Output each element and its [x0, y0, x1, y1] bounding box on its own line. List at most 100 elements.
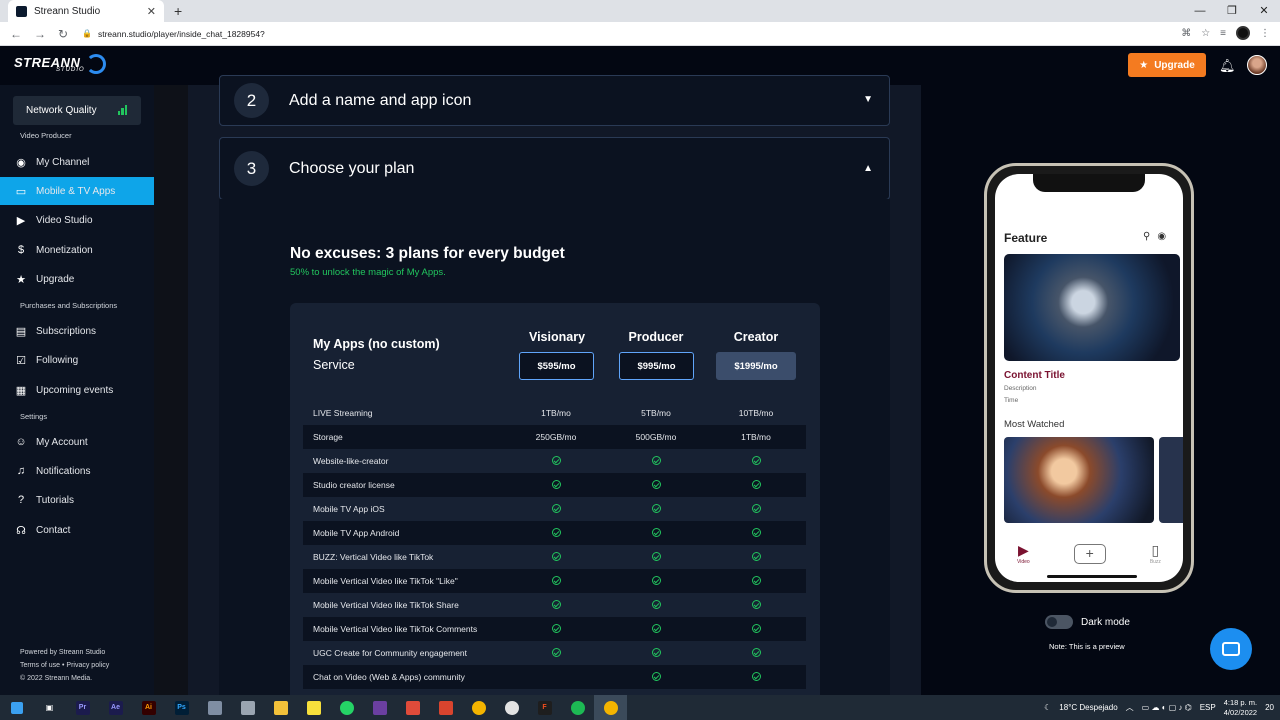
sidebar-item-following[interactable]: ☑ Following: [0, 346, 154, 374]
chevron-down-icon[interactable]: ▼: [863, 94, 873, 105]
network-quality-indicator[interactable]: Network Quality: [13, 96, 141, 125]
tray-chevron-icon[interactable]: ︿: [1126, 702, 1134, 713]
sidebar-item-my-account[interactable]: ☺ My Account: [0, 428, 154, 456]
section-video-producer: Video Producer: [20, 131, 72, 140]
calculator-icon[interactable]: [231, 695, 264, 720]
app-icon[interactable]: [363, 695, 396, 720]
app-icon[interactable]: [429, 695, 462, 720]
after-effects-icon[interactable]: Ae: [99, 695, 132, 720]
sidebar-item-upgrade[interactable]: ★ Upgrade: [0, 265, 154, 293]
table-row: Mobile Vertical Video like TikTok Share: [303, 593, 806, 617]
photoshop-icon[interactable]: Ps: [165, 695, 198, 720]
notifications-bell-icon[interactable]: 🔔︎: [1219, 58, 1236, 74]
file-explorer-icon[interactable]: [264, 695, 297, 720]
clock[interactable]: 4:18 p. m. 4/02/2022: [1224, 698, 1257, 718]
illustrator-icon[interactable]: Ai: [132, 695, 165, 720]
tab-buzz[interactable]: ▯ Buzz: [1150, 542, 1161, 565]
whatsapp-icon[interactable]: [330, 695, 363, 720]
menu-icon[interactable]: ⋮: [1260, 28, 1270, 39]
back-icon[interactable]: ←: [10, 27, 24, 41]
search-icon[interactable]: ⚲: [1143, 231, 1150, 242]
table-row: Mobile Vertical Video like TikTok "Like": [303, 569, 806, 593]
check-icon: [716, 672, 796, 683]
profile-icon[interactable]: [1236, 26, 1250, 40]
step-2-accordion[interactable]: 2 Add a name and app icon ▼: [219, 75, 890, 126]
check-icon: [516, 456, 596, 467]
forward-icon[interactable]: →: [34, 27, 48, 41]
new-tab-button[interactable]: +: [174, 3, 182, 19]
buzz-phone-icon: ▯: [1151, 542, 1160, 558]
price-button-creator[interactable]: $1995/mo: [716, 352, 796, 380]
feature-title: Feature: [1004, 231, 1048, 245]
notification-center-icon[interactable]: 20: [1265, 703, 1274, 712]
reading-list-icon[interactable]: ≡: [1220, 28, 1226, 39]
upgrade-button[interactable]: ★ Upgrade: [1128, 53, 1206, 77]
plan-name-visionary: Visionary: [528, 330, 586, 344]
plan-name-producer: Producer: [628, 330, 684, 344]
sidebar: Network Quality Video Producer ◉ My Chan…: [0, 85, 154, 695]
featured-hero-image[interactable]: [1004, 254, 1180, 361]
headset-icon: ☊: [16, 524, 26, 537]
upgrade-label: Upgrade: [1154, 59, 1195, 71]
chevron-up-icon[interactable]: ▲: [863, 163, 873, 174]
add-content-button[interactable]: +: [1073, 543, 1106, 564]
table-row: BUZZ: Vertical Video like TikTok: [303, 545, 806, 569]
sidebar-item-my-channel[interactable]: ◉ My Channel: [0, 148, 154, 176]
sidebar-item-subscriptions[interactable]: ▤ Subscriptions: [0, 317, 154, 345]
dark-mode-toggle[interactable]: [1045, 615, 1073, 629]
chrome-active-icon[interactable]: [594, 695, 627, 720]
browser-tab[interactable]: Streann Studio ✕: [8, 0, 164, 22]
chrome-icon[interactable]: [462, 695, 495, 720]
bookmark-star-icon[interactable]: ☆: [1201, 28, 1210, 39]
app-icon[interactable]: [495, 695, 528, 720]
premiere-icon[interactable]: Pr: [66, 695, 99, 720]
content-title: Content Title: [1004, 370, 1065, 381]
sidebar-item-monetization[interactable]: $ Monetization: [0, 236, 154, 264]
reload-icon[interactable]: ↻: [58, 27, 72, 41]
language-indicator[interactable]: ESP: [1200, 703, 1216, 712]
close-tab-icon[interactable]: ✕: [147, 5, 156, 18]
sticky-notes-icon[interactable]: [297, 695, 330, 720]
avatar[interactable]: [1247, 55, 1267, 75]
feature-value: 250GB/mo: [535, 432, 577, 442]
step-3-accordion[interactable]: 3 Choose your plan ▲: [219, 137, 890, 200]
minimize-icon[interactable]: —: [1184, 0, 1216, 22]
tab-title: Streann Studio: [34, 5, 101, 17]
price-button-producer[interactable]: $995/mo: [619, 352, 694, 380]
preview-header-icons: ⚲ ◉: [1143, 231, 1166, 242]
spotify-icon[interactable]: [561, 695, 594, 720]
terms-privacy-links[interactable]: Terms of use • Privacy policy: [20, 662, 109, 669]
app-icon[interactable]: [396, 695, 429, 720]
app-icon[interactable]: [198, 695, 231, 720]
play-icon: ▶: [1017, 542, 1029, 558]
tab-video[interactable]: ▶ Video: [1017, 542, 1030, 565]
figma-icon[interactable]: F: [528, 695, 561, 720]
translate-icon[interactable]: ⌘: [1181, 28, 1191, 39]
plan-section: No excuses: 3 plans for every budget 50%…: [219, 199, 890, 703]
check-icon: [516, 480, 596, 491]
windows-start-icon[interactable]: [0, 695, 33, 720]
most-watched-thumbnail[interactable]: [1004, 437, 1154, 523]
chat-button[interactable]: [1210, 628, 1252, 670]
check-icon: [616, 600, 696, 611]
task-view-icon[interactable]: ▣: [33, 695, 66, 720]
restore-icon[interactable]: ❐: [1216, 0, 1248, 22]
account-icon[interactable]: ◉: [1157, 231, 1166, 242]
url-field[interactable]: 🔒 streann.studio/player/inside_chat_1828…: [82, 29, 265, 39]
sidebar-item-contact[interactable]: ☊ Contact: [0, 516, 154, 544]
sidebar-item-upcoming-events[interactable]: ▦ Upcoming events: [0, 376, 154, 404]
weather-text[interactable]: 18°C Despejado: [1059, 703, 1117, 712]
check-icon: [616, 672, 696, 683]
streann-logo[interactable]: STREANN STUDIO: [14, 54, 106, 74]
close-window-icon[interactable]: ✕: [1248, 0, 1280, 22]
table-row: Website-like-creator: [303, 449, 806, 473]
sidebar-item-video-studio[interactable]: ▶ Video Studio: [0, 206, 154, 234]
subscriptions-icon: ▤: [15, 325, 27, 338]
sidebar-item-mobile-tv-apps[interactable]: ▭ Mobile & TV Apps: [0, 177, 154, 205]
sidebar-item-tutorials[interactable]: ? Tutorials: [0, 486, 154, 514]
most-watched-thumbnail[interactable]: [1159, 437, 1183, 523]
tray-icons[interactable]: ▭ ☁ ◐ ▢ ♪ ⌬: [1142, 703, 1192, 712]
sidebar-item-notifications[interactable]: ♫ Notifications: [0, 457, 154, 485]
copyright-text: © 2022 Streann Media.: [20, 675, 93, 682]
price-button-visionary[interactable]: $595/mo: [519, 352, 594, 380]
